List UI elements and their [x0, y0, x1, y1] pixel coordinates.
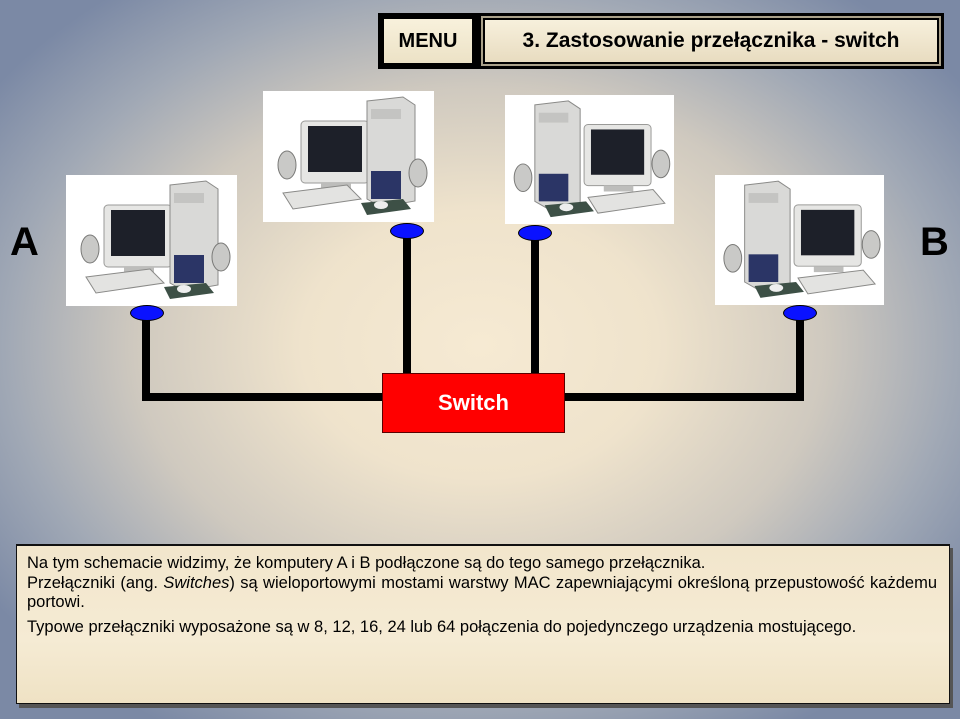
- slide-title-box: 3. Zastosowanie przełącznika - switch: [478, 13, 944, 69]
- network-port-3: [518, 225, 552, 241]
- description-panel: Na tym schemacie widzimy, że komputery A…: [16, 544, 950, 704]
- description-paragraph-2: Przełączniki (ang. Switches) są wielopor…: [27, 573, 937, 612]
- network-port-b: [783, 305, 817, 321]
- menu-button-label: MENU: [384, 19, 472, 63]
- cable-3-vertical: [531, 232, 539, 374]
- cable-a-horizontal: [142, 393, 383, 401]
- desktop-computer-icon: [277, 96, 428, 216]
- cable-b-horizontal: [564, 393, 804, 401]
- cable-a-vertical: [142, 312, 150, 401]
- computer-2[interactable]: [263, 91, 434, 222]
- computer-a[interactable]: [66, 175, 237, 306]
- menu-button[interactable]: MENU: [378, 13, 478, 69]
- computer-b[interactable]: [715, 175, 884, 305]
- switch-label: Switch: [438, 390, 509, 415]
- desktop-computer-icon: [723, 180, 881, 299]
- cable-b-vertical: [796, 312, 804, 401]
- label-computer-b: B: [920, 220, 949, 264]
- slide-title: 3. Zastosowanie przełącznika - switch: [485, 20, 937, 62]
- network-port-2: [390, 223, 424, 239]
- description-paragraph-3: Typowe przełączniki wyposażone są w 8, 1…: [27, 617, 857, 636]
- network-switch: Switch: [382, 373, 565, 433]
- label-computer-a: A: [10, 220, 39, 264]
- term-switches: Switches: [163, 573, 230, 592]
- desktop-computer-icon: [513, 100, 671, 218]
- desktop-computer-icon: [80, 180, 231, 300]
- description-paragraph-1: Na tym schemacie widzimy, że komputery A…: [27, 554, 706, 572]
- cable-2-vertical: [403, 230, 411, 374]
- computer-3[interactable]: [505, 95, 674, 224]
- network-port-a: [130, 305, 164, 321]
